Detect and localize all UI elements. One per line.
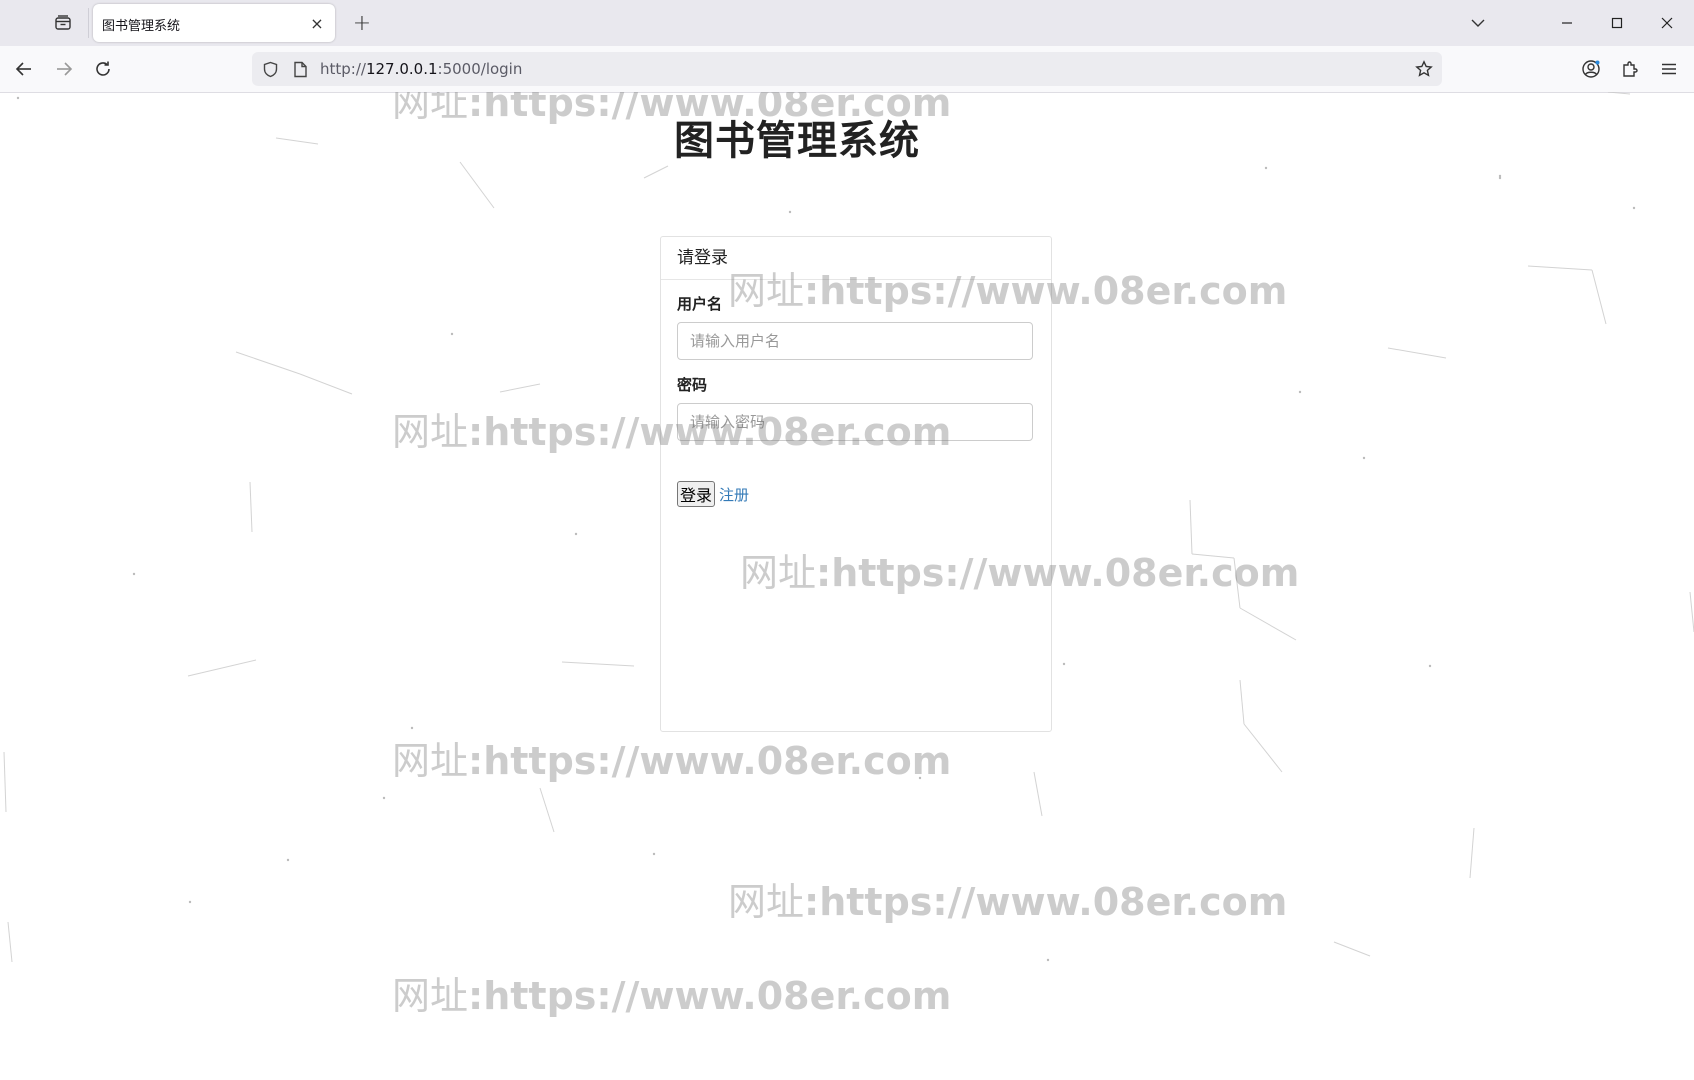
close-icon (1661, 17, 1673, 29)
reload-icon (96, 61, 110, 76)
navigation-toolbar: http://127.0.0.1:5000/login (0, 46, 1694, 93)
panel-heading: 请登录 (661, 237, 1051, 280)
close-window-button[interactable] (1650, 8, 1684, 38)
page-viewport: 图书管理系统 请登录 用户名 密码 登录 注册 网址:https://www.0… (0, 92, 1694, 1080)
tab-list-icon (55, 15, 71, 30)
url-bar[interactable]: http://127.0.0.1:5000/login (252, 52, 1442, 86)
password-input[interactable] (677, 403, 1033, 441)
form-actions: 登录 注册 (677, 481, 749, 507)
login-panel: 请登录 用户名 密码 登录 注册 (660, 236, 1052, 732)
username-group: 用户名 (677, 293, 1033, 360)
url-path: :5000/login (437, 60, 523, 78)
puzzle-icon (1623, 61, 1638, 77)
tab-separator (88, 8, 89, 38)
password-label: 密码 (677, 376, 708, 394)
app-menu-button[interactable] (1654, 54, 1684, 84)
username-label: 用户名 (677, 295, 723, 313)
maximize-button[interactable] (1600, 8, 1634, 38)
url-scheme: http:// (320, 60, 366, 78)
maximize-icon (1611, 17, 1623, 29)
arrow-left-icon (15, 62, 31, 76)
extensions-button[interactable] (1615, 54, 1645, 84)
minimize-button[interactable] (1550, 8, 1584, 38)
page-info-icon[interactable] (290, 59, 310, 79)
arrow-right-icon (57, 62, 73, 76)
reload-button[interactable] (88, 54, 118, 84)
register-link[interactable]: 注册 (719, 484, 749, 505)
account-icon (1582, 60, 1600, 78)
tab-strip: 图书管理系统 × + (0, 0, 1694, 46)
browser-tab-active[interactable]: 图书管理系统 × (93, 4, 335, 42)
page-icon (293, 61, 307, 77)
bookmark-star-icon[interactable] (1414, 59, 1434, 79)
tracking-protection-icon[interactable] (260, 59, 280, 79)
url-host: 127.0.0.1 (365, 60, 438, 78)
tab-title: 图书管理系统 (102, 19, 181, 34)
hamburger-menu-icon (1662, 63, 1676, 75)
password-group: 密码 (677, 374, 1033, 441)
back-button[interactable] (9, 54, 39, 84)
tab-list-button[interactable] (48, 10, 78, 36)
star-icon (1415, 60, 1433, 77)
forward-button[interactable] (49, 54, 79, 84)
username-input[interactable] (677, 322, 1033, 360)
page-title: 图书管理系统 (674, 118, 920, 164)
minimize-icon (1562, 22, 1572, 24)
tab-close-icon[interactable]: × (307, 13, 327, 33)
tabs-overflow-button[interactable] (1464, 10, 1492, 36)
chevron-down-icon (1471, 19, 1485, 27)
new-tab-button[interactable]: + (349, 10, 375, 36)
url-text[interactable]: http://127.0.0.1:5000/login (320, 60, 522, 78)
account-button[interactable] (1576, 54, 1606, 84)
login-button[interactable]: 登录 (677, 481, 716, 507)
shield-icon (263, 61, 277, 77)
